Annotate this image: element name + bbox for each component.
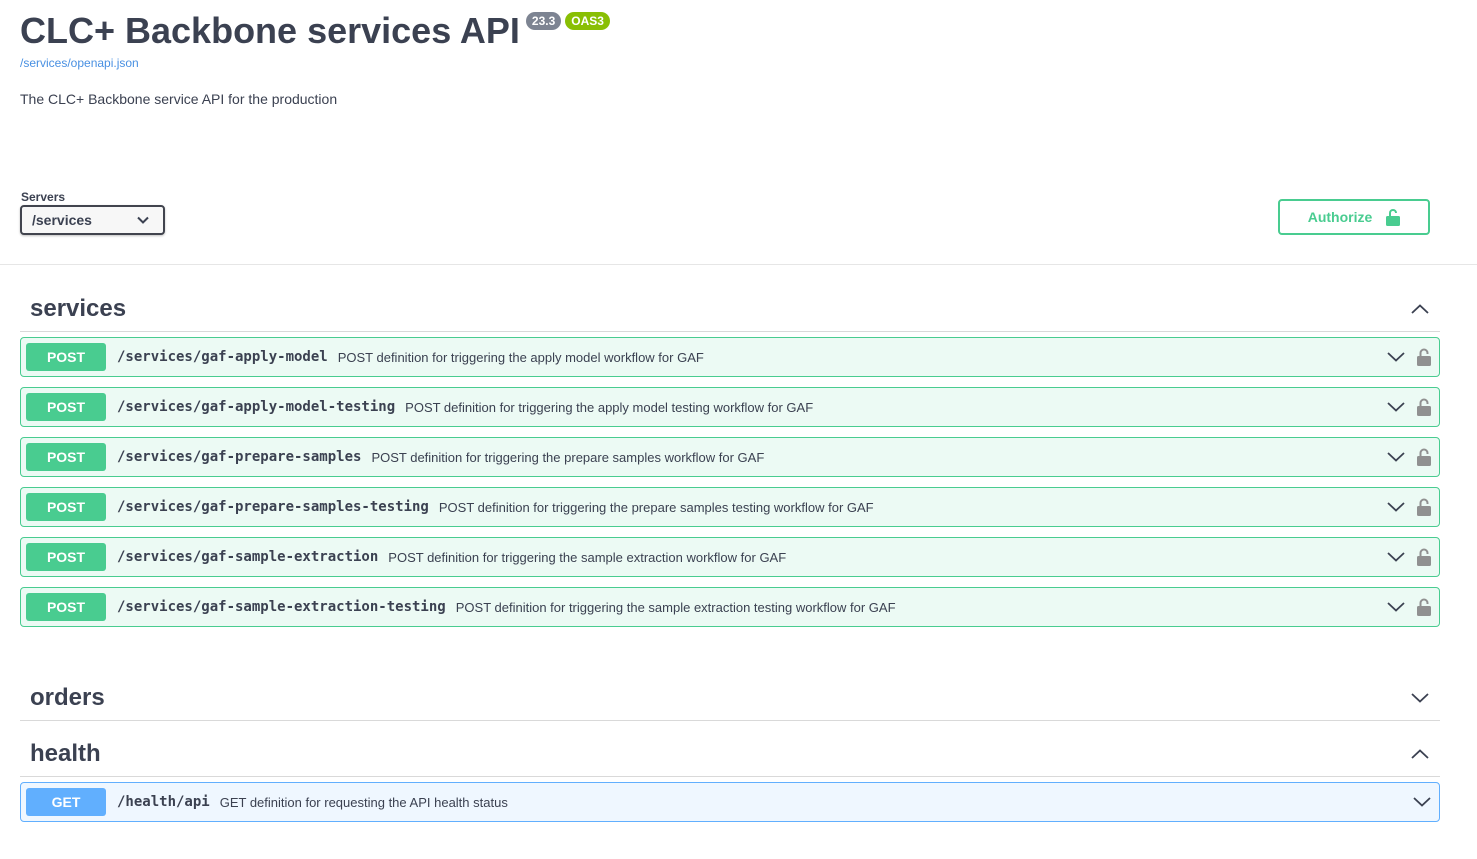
operation-summary: POST definition for triggering the sampl…	[388, 549, 787, 565]
operation-path: /services/gaf-apply-model-testing	[117, 399, 396, 415]
operation-controls	[1387, 438, 1431, 476]
operation-path: /services/gaf-apply-model	[117, 349, 328, 365]
tag-section-orders: orders	[20, 676, 1440, 721]
method-badge: POST	[26, 543, 106, 571]
servers-selected-value: /services	[32, 212, 92, 228]
openapi-json-link[interactable]: /services/openapi.json	[20, 56, 139, 70]
lock-icon[interactable]	[1417, 398, 1431, 416]
operation-summary: POST definition for triggering the prepa…	[438, 499, 874, 515]
tag-name: orders	[30, 684, 105, 711]
oas-badge: OAS3	[565, 12, 610, 30]
tag-header-services[interactable]: services	[20, 287, 1440, 332]
chevron-down-icon[interactable]	[1387, 552, 1405, 562]
version-badge: 23.3	[525, 12, 562, 30]
operation-row[interactable]: POST /services/gaf-apply-model POST defi…	[20, 337, 1440, 377]
chevron-down-icon[interactable]	[1400, 693, 1440, 703]
operation-path: /services/gaf-sample-extraction	[117, 549, 379, 565]
operation-row[interactable]: POST /services/gaf-sample-extraction POS…	[20, 537, 1440, 577]
tag-name: health	[30, 740, 101, 767]
tag-name: services	[30, 295, 127, 322]
info-section: CLC+ Backbone services API 23.3 OAS3 /se…	[0, 0, 1477, 265]
chevron-up-icon[interactable]	[1400, 749, 1440, 759]
operation-summary: POST definition for triggering the apply…	[337, 349, 704, 365]
title-row: CLC+ Backbone services API 23.3 OAS3	[20, 8, 610, 54]
chevron-down-icon[interactable]	[1387, 452, 1405, 462]
chevron-up-icon[interactable]	[1400, 304, 1440, 314]
operation-controls	[1387, 538, 1431, 576]
api-description: The CLC+ Backbone service API for the pr…	[20, 91, 338, 107]
unlock-icon	[1386, 208, 1401, 226]
operation-summary: POST definition for triggering the prepa…	[371, 449, 765, 465]
operation-row[interactable]: POST /services/gaf-prepare-samples-testi…	[20, 487, 1440, 527]
servers-label: Servers	[21, 190, 66, 204]
tag-header-orders[interactable]: orders	[20, 676, 1440, 721]
operation-row[interactable]: POST /services/gaf-prepare-samples POST …	[20, 437, 1440, 477]
operation-summary: POST definition for triggering the apply…	[405, 399, 814, 415]
servers-select[interactable]: /services	[20, 205, 165, 235]
operation-path: /services/gaf-prepare-samples-testing	[117, 499, 429, 515]
chevron-down-icon[interactable]	[1387, 352, 1405, 362]
operation-controls	[1387, 488, 1431, 526]
method-badge: GET	[26, 788, 106, 816]
lock-icon[interactable]	[1417, 498, 1431, 516]
operation-summary: GET definition for requesting the API he…	[219, 794, 508, 810]
method-badge: POST	[26, 393, 106, 421]
chevron-down-icon[interactable]	[1387, 502, 1405, 512]
chevron-down-icon[interactable]	[1413, 797, 1431, 807]
page-title: CLC+ Backbone services API	[20, 10, 520, 51]
operation-row[interactable]: GET /health/api GET definition for reque…	[20, 782, 1440, 822]
operation-controls	[1387, 338, 1431, 376]
method-badge: POST	[26, 593, 106, 621]
operation-row[interactable]: POST /services/gaf-sample-extraction-tes…	[20, 587, 1440, 627]
operation-summary: POST definition for triggering the sampl…	[455, 599, 896, 615]
authorize-button[interactable]: Authorize	[1278, 199, 1430, 235]
tag-section-services: services POST /services/gaf-apply-model …	[20, 287, 1440, 637]
operation-path: /services/gaf-sample-extraction-testing	[117, 599, 446, 615]
method-badge: POST	[26, 493, 106, 521]
lock-icon[interactable]	[1417, 548, 1431, 566]
operation-row[interactable]: POST /services/gaf-apply-model-testing P…	[20, 387, 1440, 427]
lock-icon[interactable]	[1417, 598, 1431, 616]
operation-path: /health/api	[117, 794, 210, 810]
chevron-down-icon[interactable]	[1387, 602, 1405, 612]
method-badge: POST	[26, 443, 106, 471]
operation-controls	[1413, 783, 1431, 821]
authorize-label: Authorize	[1307, 209, 1373, 225]
lock-icon[interactable]	[1417, 448, 1431, 466]
operation-controls	[1387, 388, 1431, 426]
chevron-down-icon	[137, 216, 149, 224]
lock-icon[interactable]	[1417, 348, 1431, 366]
operation-path: /services/gaf-prepare-samples	[117, 449, 362, 465]
operation-controls	[1387, 588, 1431, 626]
method-badge: POST	[26, 343, 106, 371]
chevron-down-icon[interactable]	[1387, 402, 1405, 412]
tag-section-health: health GET /health/api GET definition fo…	[20, 732, 1440, 832]
tag-header-health[interactable]: health	[20, 732, 1440, 777]
